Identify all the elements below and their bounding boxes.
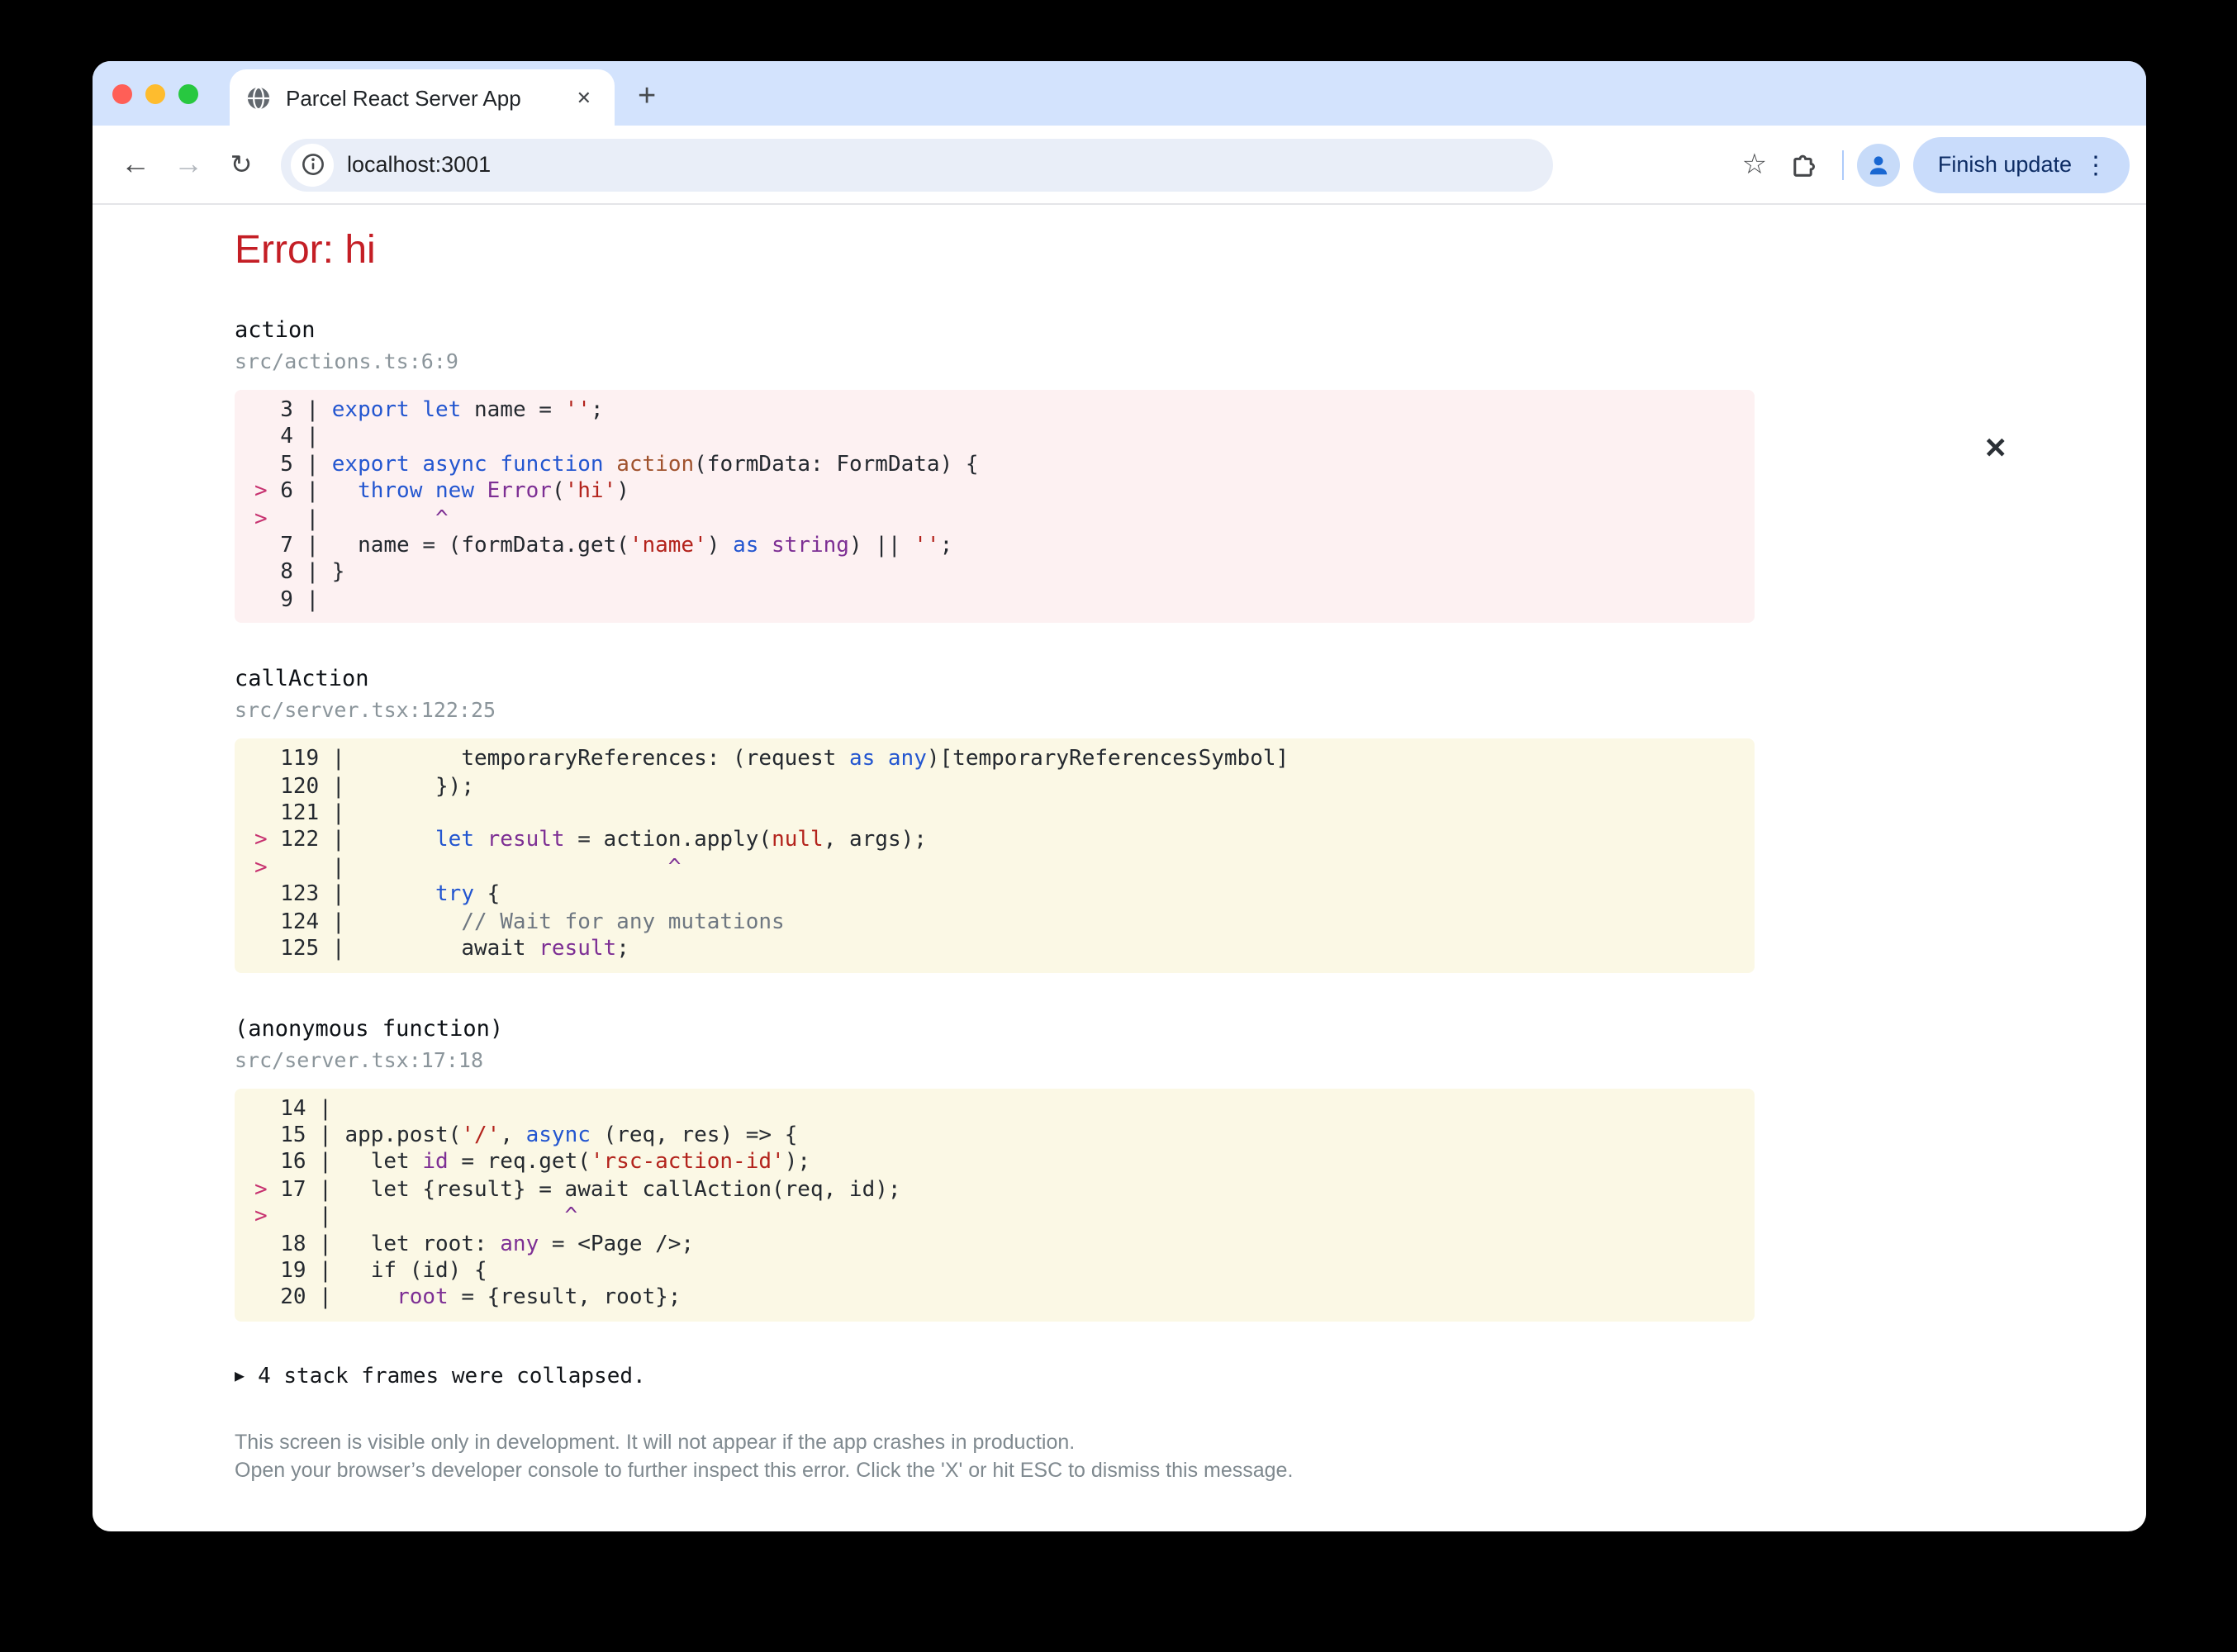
frame-function-name: (anonymous function): [235, 1015, 504, 1042]
bookmark-star-icon[interactable]: ☆: [1730, 140, 1779, 189]
browser-window: Parcel React Server App ✕ + ← → ↻ localh…: [93, 61, 2146, 1531]
tab-strip: Parcel React Server App ✕ +: [93, 61, 2146, 126]
close-window-button[interactable]: [112, 83, 132, 103]
tab-title: Parcel React Server App: [286, 85, 521, 110]
stack-frame: callAction src/server.tsx:122:25 119 | tem…: [235, 666, 2146, 972]
code-line: > | ^: [254, 506, 449, 532]
back-button[interactable]: ←: [112, 141, 159, 188]
code-line: 16 | let id = req.get('rsc-action-id');: [280, 1150, 810, 1175]
code-line: > | ^: [254, 1204, 578, 1230]
code-line: 15 | app.post('/', async (req, res) => {: [280, 1123, 798, 1148]
code-line: 18 | let root: any = <Page />;: [280, 1232, 695, 1257]
code-line: >17 | let {result} = await callAction(req…: [254, 1177, 901, 1203]
code-line: 20 | root = {result, root};: [280, 1285, 682, 1311]
tab-close-icon[interactable]: ✕: [570, 83, 598, 112]
error-overlay-page: ✕ Error: hi action src/actions.ts:6:9 3 | e…: [93, 205, 2146, 1530]
code-line: 14 |: [280, 1096, 332, 1121]
minimize-window-button[interactable]: [145, 83, 165, 103]
collapsed-frames-label: 4 stack frames were collapsed.: [258, 1364, 646, 1389]
person-icon: [1869, 155, 1888, 174]
stack-frame: (anonymous function) src/server.tsx:17:18…: [235, 1015, 2146, 1322]
error-title: Error: hi: [235, 228, 376, 273]
desktop: Parcel React Server App ✕ + ← → ↻ localh…: [0, 0, 2237, 1652]
frame-function-name: action: [235, 317, 316, 344]
globe-favicon-icon: [247, 85, 270, 110]
new-tab-button[interactable]: +: [638, 79, 656, 116]
code-line: 9 |: [280, 587, 320, 613]
address-bar[interactable]: localhost:3001: [281, 138, 1553, 191]
code-line: 124 | // Wait for any mutations: [280, 909, 785, 935]
macos-traffic-lights: [112, 61, 198, 126]
site-info-icon[interactable]: [291, 143, 334, 186]
code-line: 19 | if (id) {: [280, 1258, 487, 1284]
url-text[interactable]: localhost:3001: [347, 152, 491, 177]
code-line: > | ^: [254, 855, 682, 881]
overlay-close-button[interactable]: ✕: [1984, 433, 2008, 466]
code-frame: 119 | temporaryReferences: (request as an…: [235, 738, 1755, 972]
code-line: 123 | try {: [280, 882, 501, 908]
frame-file-location: src/server.tsx:122:25: [235, 697, 496, 723]
code-line: 125 | await result;: [280, 937, 629, 962]
code-line: >122 | let result = action.apply(null, ar…: [254, 828, 927, 853]
browser-menu-icon[interactable]: ⋮: [2072, 150, 2120, 179]
overlay-content: Error: hi action src/actions.ts:6:9 3 | exp…: [93, 205, 2146, 1485]
extensions-puzzle-icon[interactable]: [1779, 140, 1829, 189]
code-line: 8 |}: [280, 560, 345, 586]
frame-file-location: src/server.tsx:17:18: [235, 1047, 484, 1071]
code-line: 121 |: [280, 801, 345, 827]
stack-frames: action src/actions.ts:6:9 3 | export let na…: [235, 317, 2146, 1322]
zoom-window-button[interactable]: [178, 83, 198, 103]
code-line: >6 | throw new Error('hi'): [254, 479, 629, 505]
collapsed-frames-toggle[interactable]: ▶ 4 stack frames were collapsed.: [235, 1365, 2146, 1389]
reload-button[interactable]: ↻: [218, 141, 264, 188]
code-frame: 3 | export let name = ''; 4 | 5 | export asyn…: [235, 390, 1755, 624]
code-line: 7 | name = (formData.get('name') as strin…: [280, 534, 953, 559]
finish-update-button[interactable]: Finish update ⋮: [1912, 136, 2130, 192]
footer-line-2: Open your browser’s developer console to…: [235, 1458, 1294, 1482]
footer-line-1: This screen is visible only in developme…: [235, 1430, 1076, 1454]
code-frame: 14 | 15 | app.post('/', async (req, res) =>…: [235, 1088, 1755, 1322]
code-line: 4 |: [280, 425, 320, 450]
browser-tab[interactable]: Parcel React Server App ✕: [230, 69, 615, 126]
browser-toolbar: ← → ↻ localhost:3001 ☆ Finish update ⋮: [93, 126, 2146, 205]
code-line: 119 | temporaryReferences: (request as an…: [280, 747, 1289, 772]
frame-function-name: callAction: [235, 666, 369, 693]
profile-avatar[interactable]: [1856, 143, 1900, 186]
forward-button[interactable]: →: [165, 141, 211, 188]
code-line: 3 | export let name = '';: [280, 398, 604, 423]
stack-frame: action src/actions.ts:6:9 3 | export let na…: [235, 317, 2146, 624]
finish-update-label: Finish update: [1937, 152, 2072, 177]
toolbar-divider: [1841, 150, 1844, 179]
code-line: 120 | });: [280, 774, 474, 800]
overlay-footer: This screen is visible only in developme…: [235, 1429, 2146, 1485]
frame-file-location: src/actions.ts:6:9: [235, 349, 458, 373]
code-line: 5 | export async function action(formData:…: [280, 452, 979, 477]
expand-triangle-icon: ▶: [235, 1367, 245, 1386]
